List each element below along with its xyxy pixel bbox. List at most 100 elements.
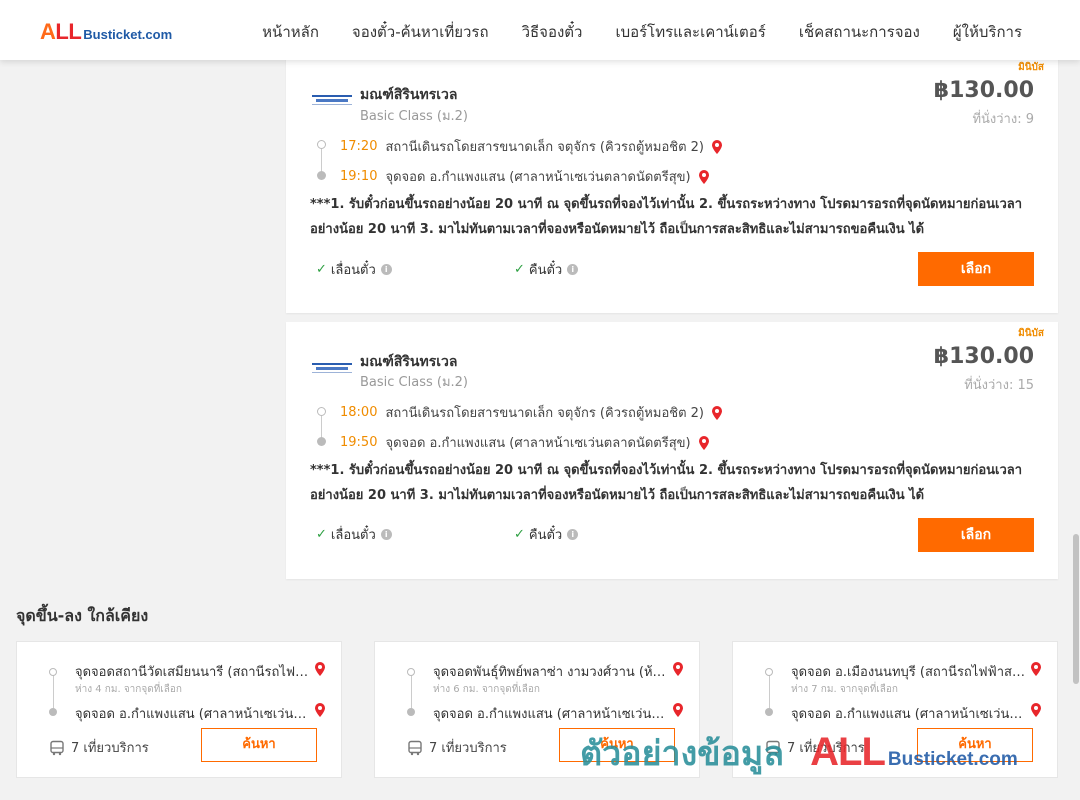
- route-line: [769, 674, 770, 711]
- check-icon: ✓: [514, 262, 525, 277]
- select-trip-button[interactable]: เลือก: [918, 252, 1034, 286]
- info-icon[interactable]: i: [380, 264, 392, 275]
- watermark-text: ตัวอย่างข้อมูล: [580, 734, 785, 774]
- nearby-from: จุดจอด อ.เมืองนนทบุรี (สถานีรถไฟฟ้าสายสี…: [791, 665, 1027, 680]
- nav-check-booking[interactable]: เช็คสถานะการจอง: [799, 20, 920, 44]
- watermark-logo-rest: Busticket.com: [887, 749, 1018, 770]
- nearby-trip-count: 7 เที่ยวบริการ: [407, 737, 507, 758]
- nearby-to: จุดจอด อ.กำแพงแสน (ศาลาหน้าเซเว่นตลาดนัด…: [433, 707, 669, 722]
- arrival-dot: [765, 708, 773, 716]
- trip-count-label: 7 เที่ยวบริการ: [71, 741, 149, 756]
- vehicle-type-badge: มินิบัส: [1018, 328, 1044, 339]
- nearby-from: จุดจอดสถานีวัดเสมียนนารี (สถานีรถไฟฟ้าสา…: [75, 665, 311, 680]
- map-pin-icon[interactable]: [710, 405, 724, 421]
- operator-logo: [312, 363, 352, 373]
- site-header: ALL Busticket.com หน้าหลัก จองตั๋ว-ค้นหา…: [0, 0, 1080, 60]
- arrival-dot: [407, 708, 415, 716]
- bus-icon: [408, 740, 422, 755]
- arrival-stop: 19:50 จุดจอด อ.กำแพงแสน (ศาลาหน้าเซเว่นต…: [340, 432, 711, 453]
- nearby-to: จุดจอด อ.กำแพงแสน (ศาลาหน้าเซเว่นตลาดนัด…: [75, 707, 311, 722]
- nearby-distance: ห่าง 7 กม. จากจุดที่เลือก: [791, 684, 898, 695]
- arrival-place: จุดจอด อ.กำแพงแสน (ศาลาหน้าเซเว่นตลาดนัด…: [385, 436, 691, 451]
- nav-book-search[interactable]: จองตั๋ว-ค้นหาเที่ยวรถ: [352, 20, 489, 44]
- map-pin-icon[interactable]: [697, 435, 711, 451]
- refund-feature: ✓ คืนตั๋ว i: [514, 524, 579, 545]
- service-class: Basic Class (ม.2): [360, 109, 468, 124]
- arrival-dot: [49, 708, 57, 716]
- operator-logo: [312, 95, 352, 105]
- arrival-place: จุดจอด อ.กำแพงแสน (ศาลาหน้าเซเว่นตลาดนัด…: [385, 170, 691, 185]
- arrival-stop: 19:10 จุดจอด อ.กำแพงแสน (ศาลาหน้าเซเว่นต…: [340, 166, 711, 187]
- scroll-thumb[interactable]: [1073, 534, 1079, 684]
- map-pin-icon[interactable]: [710, 139, 724, 155]
- map-pin-icon[interactable]: [697, 169, 711, 185]
- nearby-trip-count: 7 เที่ยวบริการ: [49, 737, 149, 758]
- site-logo[interactable]: ALL Busticket.com: [40, 19, 172, 45]
- page-scrollbar[interactable]: [1072, 60, 1080, 800]
- arrival-time: 19:50: [340, 435, 378, 450]
- trip-card: มินิบัส มณฑ์สิรินทรเวล Basic Class (ม.2)…: [286, 322, 1058, 579]
- reschedule-feature: ✓ เลื่อนตั๋ว i: [316, 524, 392, 545]
- route-line: [53, 674, 54, 711]
- check-icon: ✓: [316, 262, 327, 277]
- map-pin-icon[interactable]: [1029, 702, 1043, 718]
- watermark-logo-all: ALL: [810, 730, 886, 774]
- departure-stop: 17:20 สถานีเดินรถโดยสารขนาดเล็ก จตุจักร …: [340, 136, 724, 157]
- select-trip-button[interactable]: เลือก: [918, 518, 1034, 552]
- departure-place: สถานีเดินรถโดยสารขนาดเล็ก จตุจักร (คิวรถ…: [385, 140, 704, 155]
- reschedule-feature: ✓ เลื่อนตั๋ว i: [316, 259, 392, 280]
- reschedule-label: เลื่อนตั๋ว: [330, 263, 376, 278]
- departure-stop: 18:00 สถานีเดินรถโดยสารขนาดเล็ก จตุจักร …: [340, 402, 724, 423]
- operator-name: มณฑ์สิรินทรเวล: [360, 87, 458, 103]
- nav-operators[interactable]: ผู้ให้บริการ: [953, 20, 1022, 44]
- search-button[interactable]: ค้นหา: [201, 728, 317, 762]
- reschedule-label: เลื่อนตั๋ว: [330, 528, 376, 543]
- map-pin-icon[interactable]: [313, 661, 327, 677]
- nav-how-to-book[interactable]: วิธีจองตั๋ว: [522, 20, 583, 44]
- departure-dot: [49, 668, 57, 676]
- departure-dot: [407, 668, 415, 676]
- trip-count-label: 7 เที่ยวบริการ: [429, 741, 507, 756]
- map-pin-icon[interactable]: [671, 661, 685, 677]
- nav-home[interactable]: หน้าหลัก: [262, 20, 319, 44]
- map-pin-icon[interactable]: [1029, 661, 1043, 677]
- map-pin-icon[interactable]: [313, 702, 327, 718]
- info-icon[interactable]: i: [567, 264, 579, 275]
- bus-icon: [50, 740, 64, 755]
- check-icon: ✓: [316, 527, 327, 542]
- info-icon[interactable]: i: [380, 529, 392, 540]
- arrival-dot: [317, 171, 326, 180]
- main-nav: หน้าหลัก จองตั๋ว-ค้นหาเที่ยวรถ วิธีจองตั…: [262, 20, 1022, 44]
- map-pin-icon[interactable]: [671, 702, 685, 718]
- sample-data-watermark: ตัวอย่างข้อมูล ALL Busticket.com: [580, 726, 1018, 780]
- departure-dot: [317, 407, 326, 416]
- nearby-from: จุดจอดพันธุ์ทิพย์พลาซ่า งามวงศ์วาน (ห้าง…: [433, 665, 669, 680]
- ticket-price: ฿130.00: [933, 344, 1034, 369]
- seats-available: ที่นั่งว่าง: 9: [972, 112, 1034, 127]
- operator-name: มณฑ์สิรินทรเวล: [360, 354, 458, 370]
- departure-place: สถานีเดินรถโดยสารขนาดเล็ก จตุจักร (คิวรถ…: [385, 406, 704, 421]
- departure-dot: [317, 140, 326, 149]
- nearby-stops-title: จุดขึ้น-ลง ใกล้เคียง: [16, 606, 149, 625]
- nearby-distance: ห่าง 6 กม. จากจุดที่เลือก: [433, 684, 540, 695]
- seats-available: ที่นั่งว่าง: 15: [964, 378, 1034, 393]
- refund-feature: ✓ คืนตั๋ว i: [514, 259, 579, 280]
- ticket-price: ฿130.00: [933, 78, 1034, 103]
- departure-time: 17:20: [340, 139, 378, 154]
- trip-note: ***1. รับตั๋วก่อนขึ้นรถอย่างน้อย 20 นาที…: [310, 463, 1023, 503]
- trip-note: ***1. รับตั๋วก่อนขึ้นรถอย่างน้อย 20 นาที…: [310, 197, 1023, 237]
- route-line: [411, 674, 412, 711]
- info-icon[interactable]: i: [567, 529, 579, 540]
- trip-card: มินิบัส มณฑ์สิรินทรเวล Basic Class (ม.2)…: [286, 56, 1058, 313]
- nearby-distance: ห่าง 4 กม. จากจุดที่เลือก: [75, 684, 182, 695]
- arrival-time: 19:10: [340, 169, 378, 184]
- logo-busticket-text: Busticket.com: [83, 27, 173, 42]
- departure-time: 18:00: [340, 405, 378, 420]
- logo-all-text: ALL: [40, 19, 82, 44]
- refund-label: คืนตั๋ว: [528, 528, 563, 543]
- refund-label: คืนตั๋ว: [528, 263, 563, 278]
- nearby-stop-card: จุดจอดสถานีวัดเสมียนนารี (สถานีรถไฟฟ้าสา…: [16, 641, 342, 778]
- nav-contact-counter[interactable]: เบอร์โทรและเคาน์เตอร์: [615, 20, 765, 44]
- nearby-to: จุดจอด อ.กำแพงแสน (ศาลาหน้าเซเว่นตลาดนัด…: [791, 707, 1027, 722]
- check-icon: ✓: [514, 527, 525, 542]
